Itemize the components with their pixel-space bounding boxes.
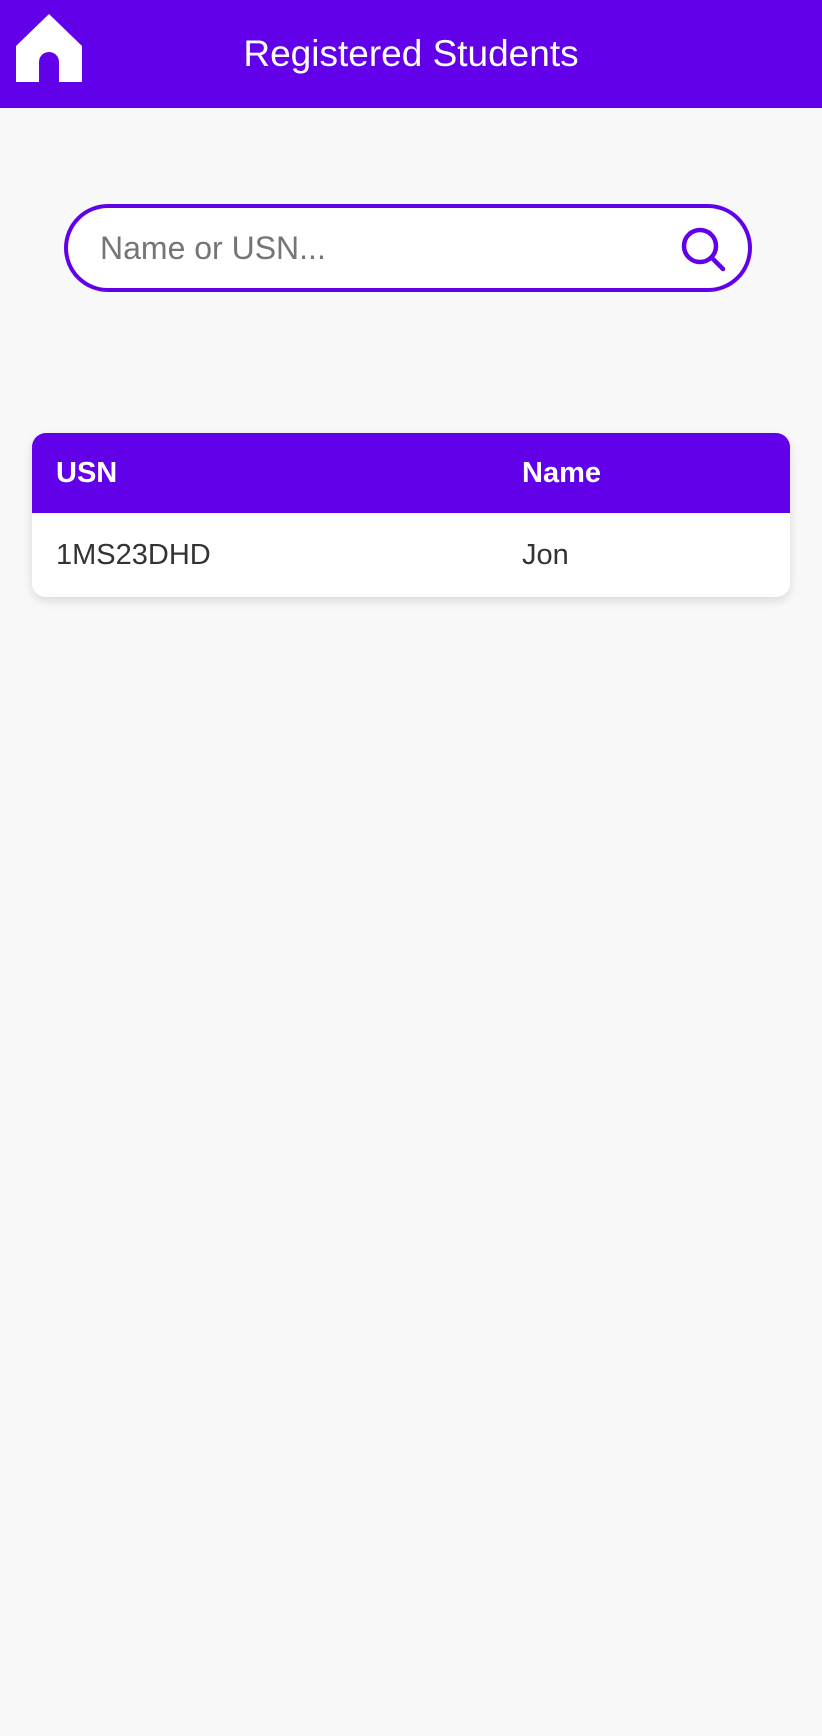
search-icon bbox=[681, 227, 726, 272]
column-header-name[interactable]: Name bbox=[522, 433, 601, 513]
column-header-usn[interactable]: USN bbox=[56, 433, 117, 513]
search-bar bbox=[64, 204, 752, 292]
table-header: USN Name bbox=[32, 433, 790, 513]
search-button[interactable] bbox=[680, 226, 728, 274]
search-input[interactable] bbox=[100, 208, 660, 288]
page-title: Registered Students bbox=[243, 33, 579, 74]
app-bar: Registered Students bbox=[0, 0, 822, 108]
cell-usn: 1MS23DHD bbox=[56, 539, 211, 571]
table-row[interactable]: 1MS23DHD Jon bbox=[32, 513, 790, 597]
cell-name: Jon bbox=[522, 539, 569, 571]
students-table: USN Name 1MS23DHD Jon bbox=[32, 433, 790, 597]
